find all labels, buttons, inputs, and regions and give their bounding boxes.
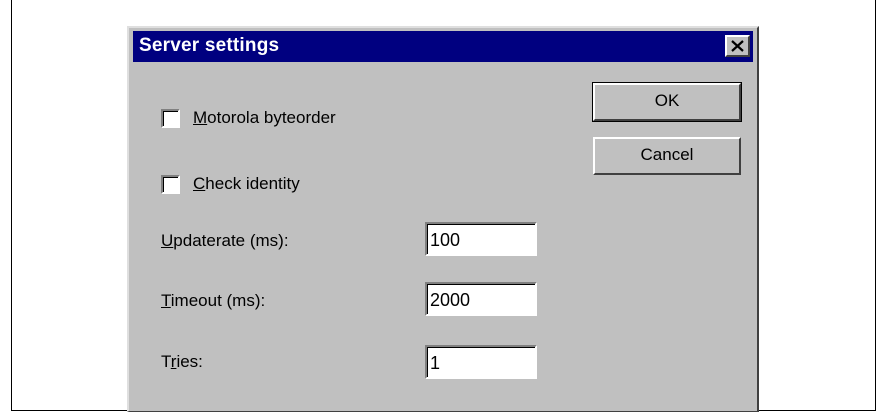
timeout-input[interactable]: 2000 <box>425 282 537 316</box>
title-bar: Server settings <box>133 31 753 62</box>
updaterate-input[interactable]: 100 <box>425 222 537 256</box>
timeout-label: Timeout (ms): <box>161 291 266 310</box>
tries-label: Tries: <box>161 352 203 371</box>
ok-button[interactable]: OK <box>592 82 742 122</box>
cancel-button[interactable]: Cancel <box>593 137 741 175</box>
motorola-byteorder-label: Motorola byteorder <box>193 108 336 127</box>
server-settings-dialog: Server settings Motorola byteorder Check… <box>127 26 759 412</box>
check-identity-checkbox[interactable] <box>161 175 180 194</box>
dialog-title: Server settings <box>139 35 280 56</box>
close-icon <box>731 40 744 52</box>
updaterate-label: Updaterate (ms): <box>161 231 289 250</box>
tries-input[interactable]: 1 <box>425 345 537 379</box>
motorola-byteorder-checkbox[interactable] <box>161 109 180 128</box>
close-button[interactable] <box>725 35 750 57</box>
check-identity-label: Check identity <box>193 174 300 193</box>
